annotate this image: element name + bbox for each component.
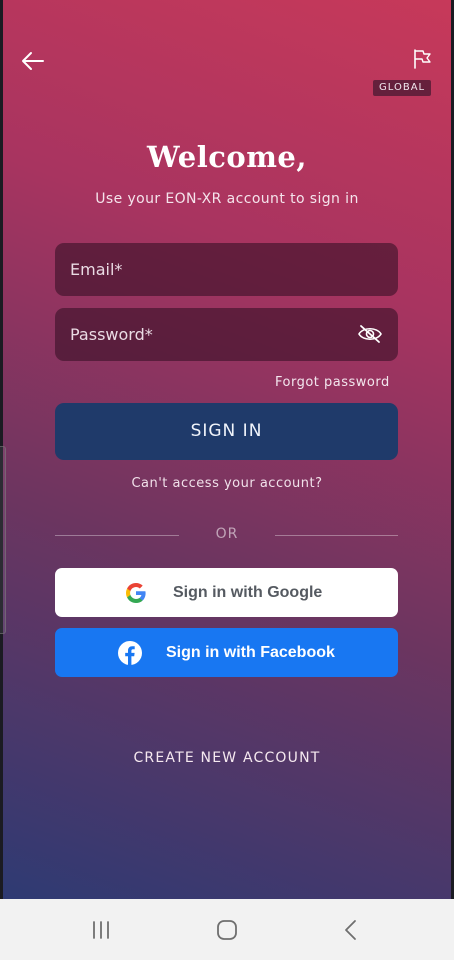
recent-apps-button[interactable]: [86, 915, 116, 945]
eye-off-icon: [358, 325, 382, 343]
login-screen: GLOBAL Welcome, Use your EON-XR account …: [3, 0, 451, 899]
system-navigation-bar: [0, 899, 454, 960]
back-button[interactable]: [17, 46, 51, 76]
arrow-left-icon: [22, 52, 44, 70]
divider-line-right: [275, 535, 398, 536]
facebook-signin-button[interactable]: Sign in with Facebook: [55, 628, 398, 677]
nav-back-button[interactable]: [336, 915, 366, 945]
google-signin-button[interactable]: Sign in with Google: [55, 568, 398, 617]
forgot-password-link[interactable]: Forgot password: [275, 375, 390, 390]
password-field[interactable]: Password*: [55, 308, 398, 361]
edge-panel-handle[interactable]: [0, 446, 6, 634]
or-divider-label: OR: [215, 526, 239, 542]
facebook-signin-label: Sign in with Facebook: [166, 644, 335, 661]
create-account-link[interactable]: CREATE NEW ACCOUNT: [3, 750, 451, 766]
email-field[interactable]: Email*: [55, 243, 398, 296]
sign-in-button[interactable]: SIGN IN: [55, 403, 398, 460]
home-button[interactable]: [212, 915, 242, 945]
home-icon: [217, 920, 237, 940]
welcome-subtitle: Use your EON-XR account to sign in: [95, 191, 359, 207]
flag-icon: [414, 49, 431, 69]
welcome-title: Welcome,: [147, 140, 307, 174]
password-visibility-toggle[interactable]: [357, 323, 383, 345]
region-flag-button[interactable]: [408, 46, 436, 72]
facebook-icon: [118, 641, 142, 665]
google-icon: [124, 581, 148, 605]
back-chevron-icon: [345, 920, 356, 940]
recent-apps-icon: [93, 921, 109, 939]
google-signin-label: Sign in with Google: [173, 584, 323, 601]
password-placeholder: Password*: [70, 325, 153, 344]
region-badge[interactable]: GLOBAL: [373, 80, 432, 96]
cant-access-link[interactable]: Can't access your account?: [3, 476, 451, 491]
email-placeholder: Email*: [70, 260, 123, 279]
